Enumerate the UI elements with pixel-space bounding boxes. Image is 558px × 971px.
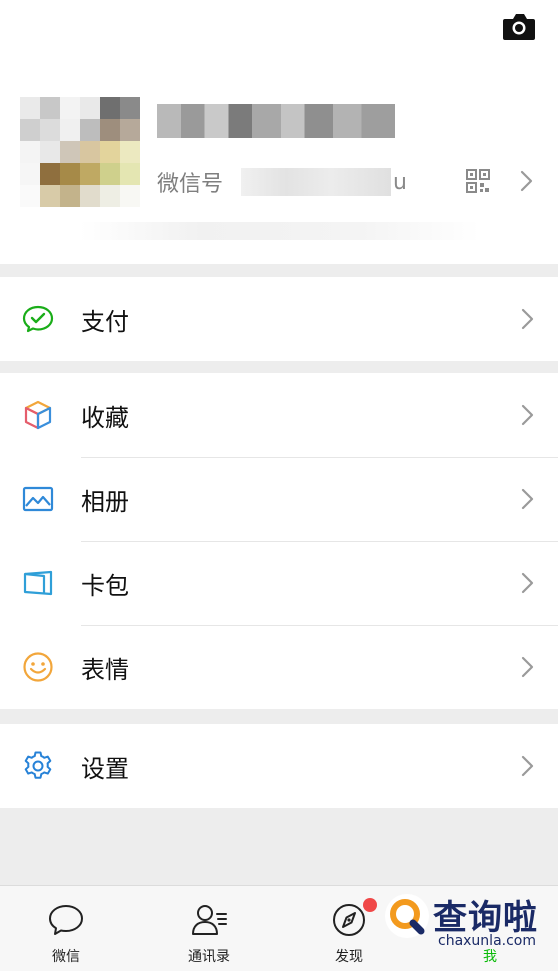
tab-me-label: 我 xyxy=(483,949,497,965)
chevron-right-icon xyxy=(521,488,534,510)
menu-item-cards-label: 卡包 xyxy=(81,571,129,600)
tab-contacts-label: 通讯录 xyxy=(188,949,230,965)
profile-blur-strip xyxy=(80,222,480,240)
wechat-id-label: 微信号 xyxy=(157,172,224,197)
chevron-right-icon xyxy=(520,170,533,192)
wechat-id-tail: u xyxy=(393,169,407,195)
pay-icon xyxy=(22,305,54,333)
menu-item-favorites[interactable]: 收藏 xyxy=(0,373,558,457)
menu-group-main: 收藏 相册 卡包 表情 xyxy=(0,373,558,709)
menu-group-settings: 设置 xyxy=(0,724,558,808)
gear-icon xyxy=(24,751,52,779)
menu-item-album[interactable]: 相册 xyxy=(0,457,558,541)
menu-item-album-label: 相册 xyxy=(81,487,129,516)
tab-contacts[interactable]: 通讯录 xyxy=(139,886,279,971)
wechat-id-value-blurred xyxy=(241,168,392,196)
tab-chats-label: 微信 xyxy=(52,949,80,965)
watermark-title: 查询啦 xyxy=(433,898,538,938)
chevron-right-icon xyxy=(521,308,534,330)
menu-group-pay: 支付 xyxy=(0,277,558,361)
qr-code-icon[interactable] xyxy=(466,169,490,193)
menu-item-cards[interactable]: 卡包 xyxy=(0,541,558,625)
magnifier-icon xyxy=(385,894,429,938)
chat-bubble-icon xyxy=(49,905,83,935)
nickname-blurred xyxy=(157,104,395,138)
chevron-right-icon xyxy=(521,656,534,678)
album-icon xyxy=(22,486,54,512)
chevron-right-icon xyxy=(521,755,534,777)
tab-chats[interactable]: 微信 xyxy=(0,886,136,971)
compass-icon xyxy=(333,904,365,936)
wechat-id: 微信号 u xyxy=(157,166,407,198)
smiley-icon xyxy=(23,652,53,682)
watermark-logo: 查询啦 chaxunla.com xyxy=(383,888,551,950)
profile-header[interactable]: 微信号 u xyxy=(0,0,558,264)
notification-dot xyxy=(363,898,377,912)
menu-item-settings[interactable]: 设置 xyxy=(0,724,558,808)
contacts-icon xyxy=(192,905,227,935)
menu-item-favorites-label: 收藏 xyxy=(81,403,129,432)
menu-item-pay-label: 支付 xyxy=(81,307,129,336)
menu-item-settings-label: 设置 xyxy=(81,754,129,783)
avatar[interactable] xyxy=(20,97,140,207)
camera-icon[interactable] xyxy=(502,12,536,42)
favorites-cube-icon xyxy=(24,400,52,430)
chevron-right-icon xyxy=(521,572,534,594)
menu-item-pay[interactable]: 支付 xyxy=(0,277,558,361)
card-wallet-icon xyxy=(23,570,53,596)
menu-item-stickers[interactable]: 表情 xyxy=(0,625,558,709)
chevron-right-icon xyxy=(521,404,534,426)
menu-item-stickers-label: 表情 xyxy=(81,655,129,684)
